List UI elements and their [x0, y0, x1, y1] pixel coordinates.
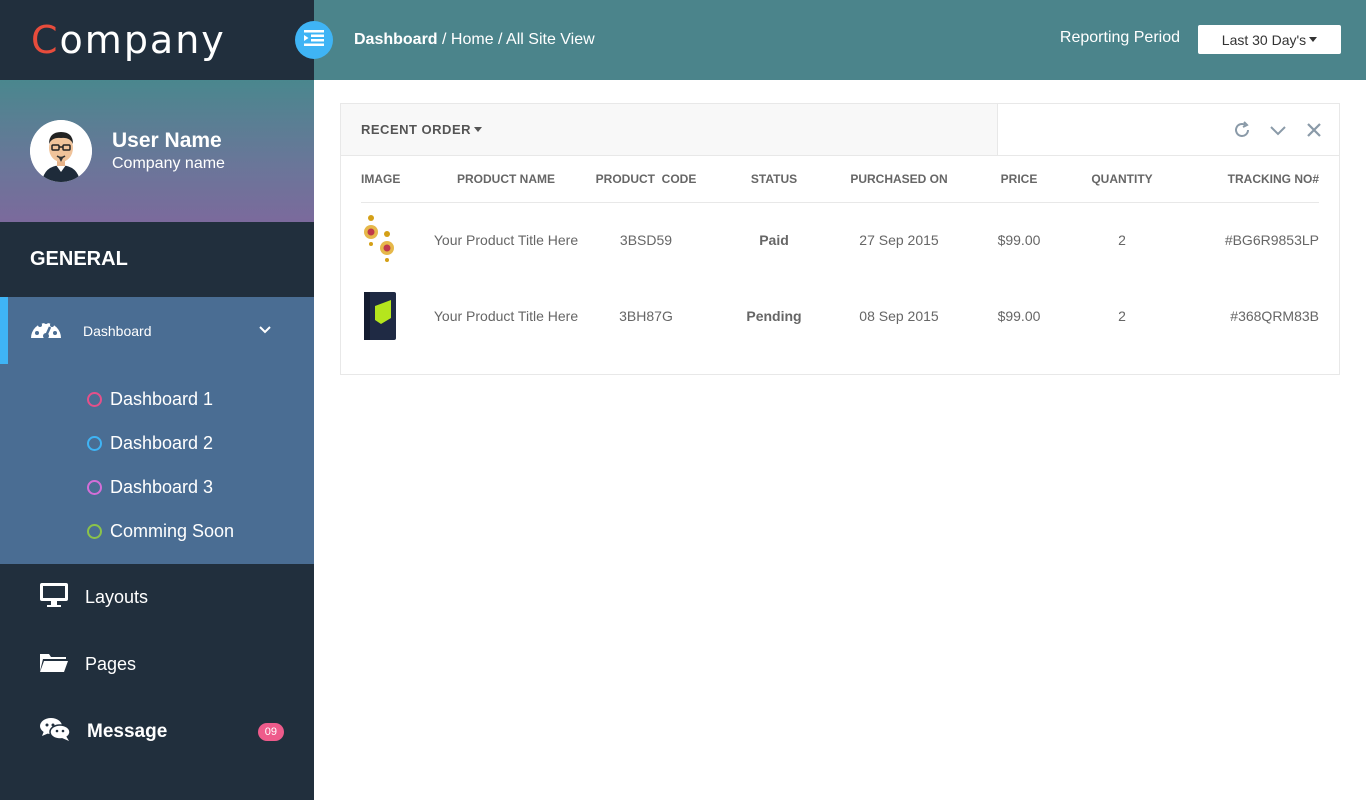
column-header: PURCHASED ON	[837, 156, 961, 203]
user-name: User Name	[112, 129, 222, 152]
panel-header: RECENT ORDER	[341, 104, 1339, 156]
product-code: 3BSD59	[619, 232, 673, 249]
logo-initial: C	[31, 18, 60, 62]
phone-case-product-image[interactable]	[361, 290, 401, 342]
company-logo[interactable]: Company	[31, 18, 226, 62]
quantity: 2	[1118, 308, 1126, 324]
chevron-down-icon[interactable]	[258, 322, 272, 340]
product-image-cell	[361, 202, 431, 278]
column-header: IMAGE	[361, 156, 431, 203]
sidebar-toggle-button[interactable]	[295, 21, 333, 59]
sidebar-item-message[interactable]: Message 09	[0, 698, 314, 765]
breadcrumb: Dashboard / Home / All Site View	[354, 31, 595, 49]
product-code: 3BH87G	[619, 308, 673, 324]
panel-title: RECENT ORDER	[361, 122, 472, 137]
period-select-value: Last 30 Day's	[1221, 31, 1307, 48]
circle-icon	[87, 435, 102, 451]
monitor-icon	[39, 582, 69, 613]
user-profile: User Name Company name	[0, 80, 314, 222]
sidebar: Company User Name Company name GENERAL D…	[0, 0, 314, 800]
panel-tools	[998, 104, 1339, 155]
breadcrumb-root[interactable]: Dashboard	[354, 31, 438, 48]
company-name: Company name	[112, 155, 225, 172]
sidebar-item-label: Message	[87, 720, 168, 742]
close-icon[interactable]	[1305, 121, 1323, 139]
recent-order-panel: RECENT ORDER IMAGE PRODUCT NAME PRODUCT …	[340, 103, 1340, 375]
sidebar-item-label: Layouts	[85, 587, 149, 607]
circle-icon	[87, 523, 102, 539]
submenu-label: Dashboard 2	[110, 432, 214, 453]
period-select[interactable]: Last 30 Day's	[1198, 25, 1341, 54]
tracking-number[interactable]: #BG6R9853LP	[1167, 202, 1319, 278]
menu-indent-icon	[304, 29, 324, 51]
logo-bar: Company	[0, 0, 314, 80]
order-status: Paid	[759, 232, 789, 249]
column-header: PRICE	[961, 156, 1077, 203]
circle-icon	[87, 391, 102, 407]
column-header: QUANTITY	[1077, 156, 1167, 203]
product-image-cell	[361, 278, 431, 354]
submenu-label: Dashboard 1	[110, 388, 214, 409]
dashboard-gauge-icon	[29, 314, 63, 347]
tracking-number[interactable]: #368QRM83B	[1167, 278, 1319, 354]
chat-icon	[39, 716, 71, 747]
table-row[interactable]: Your Product Title Here 3BH87G Pending 0…	[361, 278, 1319, 354]
message-count-badge: 09	[257, 722, 284, 741]
logo-text: ompany	[59, 18, 226, 62]
price: $99.00	[997, 308, 1041, 324]
product-name: Your Product Title Here	[433, 308, 579, 324]
breadcrumb-path: / Home / All Site View	[437, 31, 595, 48]
panel-title-dropdown[interactable]: RECENT ORDER	[341, 104, 998, 155]
column-header: PRODUCT NAME	[431, 156, 581, 203]
collapse-chevron-icon[interactable]	[1269, 121, 1287, 139]
sidebar-item-dashboard-1[interactable]: Dashboard 1	[0, 377, 314, 421]
sidebar-item-dashboard[interactable]: Dashboard	[0, 297, 314, 364]
order-status: Pending	[746, 308, 802, 324]
sidebar-item-layouts[interactable]: Layouts	[0, 564, 314, 631]
dashboard-submenu: Dashboard 1 Dashboard 2 Dashboard 3 Comm…	[0, 364, 314, 564]
purchased-on: 08 Sep 2015	[859, 308, 939, 324]
sidebar-item-label: Dashboard	[83, 322, 152, 339]
column-header: PRODUCT CODE	[581, 156, 711, 203]
sidebar-item-label: Pages	[85, 654, 137, 674]
sidebar-item-pages[interactable]: Pages	[0, 631, 314, 698]
section-title-general: GENERAL	[0, 222, 314, 297]
folder-open-icon	[39, 650, 69, 679]
circle-icon	[87, 479, 102, 495]
avatar[interactable]	[30, 120, 92, 182]
quantity: 2	[1118, 232, 1126, 249]
table-header-row: IMAGE PRODUCT NAME PRODUCT CODE STATUS P…	[361, 156, 1319, 203]
caret-down-icon	[1309, 37, 1318, 42]
column-header: STATUS	[711, 156, 837, 203]
topbar: Dashboard / Home / All Site View Reporti…	[295, 0, 1366, 80]
earrings-product-image[interactable]	[361, 214, 401, 266]
price: $99.00	[997, 232, 1041, 249]
sidebar-item-comming-soon[interactable]: Comming Soon	[0, 509, 314, 553]
caret-down-icon	[474, 127, 483, 132]
recent-order-table: IMAGE PRODUCT NAME PRODUCT CODE STATUS P…	[361, 156, 1319, 354]
purchased-on: 27 Sep 2015	[859, 232, 939, 249]
reporting-period-label: Reporting Period	[1059, 29, 1180, 46]
product-name: Your Product Title Here	[433, 232, 579, 249]
submenu-label: Dashboard 3	[110, 476, 214, 497]
profile-text: User Name Company name	[112, 129, 225, 173]
refresh-icon[interactable]	[1233, 120, 1251, 139]
sidebar-item-dashboard-2[interactable]: Dashboard 2	[0, 421, 314, 465]
sidebar-item-dashboard-3[interactable]: Dashboard 3	[0, 465, 314, 509]
column-header: TRACKING NO#	[1167, 156, 1319, 203]
table-row[interactable]: Your Product Title Here 3BSD59 Paid 27 S…	[361, 202, 1319, 278]
submenu-label: Comming Soon	[110, 520, 235, 541]
